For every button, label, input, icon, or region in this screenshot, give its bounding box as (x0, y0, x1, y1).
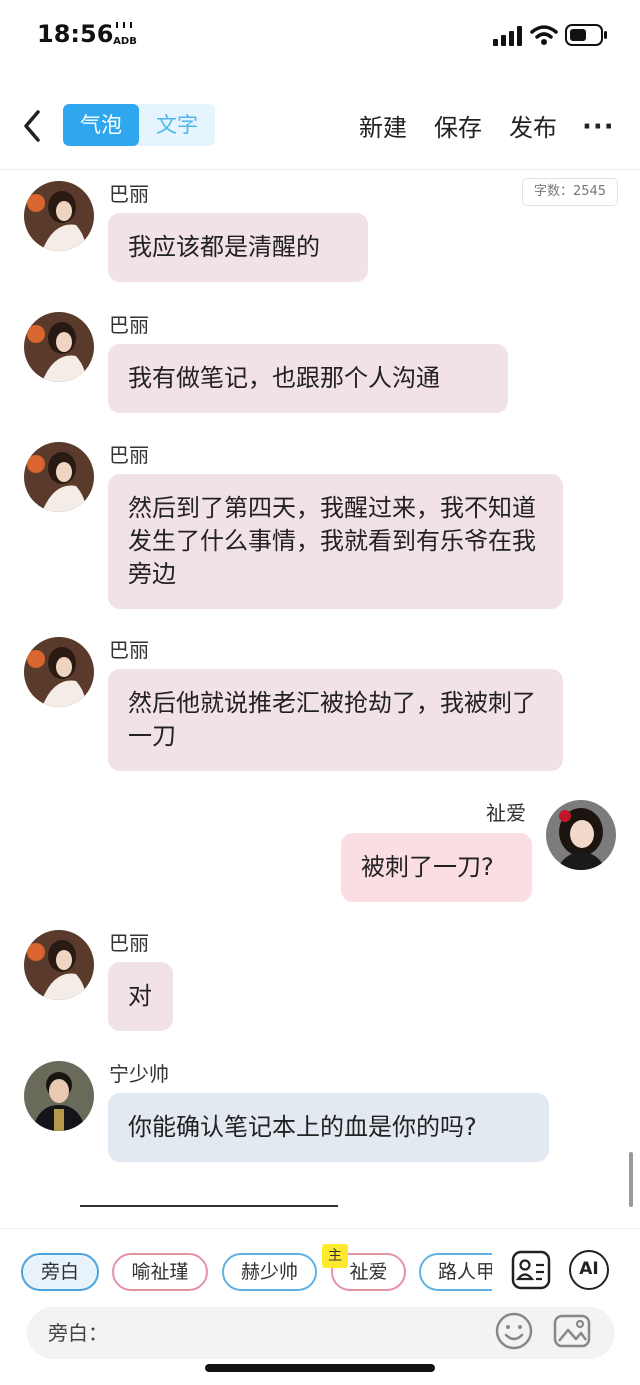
message-bubble[interactable]: 被刺了一刀? (341, 833, 532, 902)
cellular-signal-icon (493, 26, 522, 46)
sender-name: 宁少帅 (109, 1062, 169, 1086)
tab-text[interactable]: 文字 (139, 104, 215, 146)
message-bubble[interactable]: 我有做笔记，也跟那个人沟通 (108, 344, 508, 413)
adb-bars-icon (116, 22, 132, 28)
sender-name: 巴丽 (109, 638, 149, 662)
role-chip[interactable]: 赫少帅 (222, 1253, 317, 1291)
avatar-bali-photo (24, 181, 94, 251)
text-underline-divider (80, 1185, 338, 1207)
battery-icon (565, 24, 607, 46)
status-bar: 18:56 ADB (0, 0, 640, 70)
avatar-bali-photo (24, 637, 94, 707)
top-nav: 气泡 文字 新建 保存 发布 ··· (0, 98, 640, 154)
role-chip-narration[interactable]: 旁白 (21, 1253, 99, 1291)
more-dots-icon[interactable]: ··· (582, 114, 615, 140)
main-role-tag: 主 (322, 1244, 348, 1268)
home-indicator[interactable] (205, 1364, 435, 1372)
tab-bubble[interactable]: 气泡 (63, 104, 139, 146)
avatar-bali-photo (24, 312, 94, 382)
sender-name: 巴丽 (109, 931, 149, 955)
avatar-bali[interactable] (24, 442, 94, 512)
role-chip[interactable]: 路人甲 (419, 1253, 492, 1291)
avatar-zhiai-photo (546, 800, 616, 870)
message-bubble[interactable]: 我应该都是清醒的 (108, 213, 368, 282)
role-chip[interactable]: 喻祉瑾 (112, 1253, 208, 1291)
message-bubble[interactable]: 对 (108, 962, 173, 1031)
avatar-bali-photo (24, 442, 94, 512)
message-bubble[interactable]: 然后他就说推老汇被抢劫了，我被刺了一刀 (108, 669, 563, 771)
image-icon[interactable] (552, 1311, 592, 1351)
nav-divider (0, 169, 640, 170)
sender-name: 巴丽 (109, 313, 149, 337)
role-chip-row: 旁白 喻祉瑾 赫少帅 祉爱 路人甲 (0, 1253, 492, 1293)
avatar-bali-photo (24, 930, 94, 1000)
avatar-bali[interactable] (24, 930, 94, 1000)
new-button[interactable]: 新建 (359, 108, 407, 143)
avatar-bali[interactable] (24, 312, 94, 382)
avatar-ning-shaoshuai[interactable] (24, 1061, 94, 1131)
role-card-icon[interactable] (511, 1250, 551, 1290)
word-count-badge: 字数：2545 (522, 178, 618, 206)
scrollbar[interactable] (629, 1152, 633, 1207)
message-bubble[interactable]: 你能确认笔记本上的血是你的吗? (108, 1093, 549, 1162)
chevron-left-icon[interactable] (18, 106, 48, 146)
avatar-zhiai[interactable] (546, 800, 616, 870)
adb-label: ADB (113, 36, 137, 47)
adb-indicator: ADB (112, 22, 138, 47)
emoji-icon[interactable] (494, 1311, 534, 1351)
input-label: 旁白： (48, 1321, 108, 1345)
avatar-bali[interactable] (24, 181, 94, 251)
wifi-icon (530, 25, 558, 45)
save-button[interactable]: 保存 (434, 108, 482, 143)
status-time: 18:56 (37, 20, 114, 48)
message-bubble[interactable]: 然后到了第四天，我醒过来，我不知道发生了什么事情，我就看到有乐爷在我旁边 (108, 474, 563, 609)
sender-name: 祉爱 (486, 801, 526, 825)
publish-button[interactable]: 发布 (509, 108, 557, 143)
sender-name: 巴丽 (109, 182, 149, 206)
ai-assistant-button[interactable]: AI (569, 1250, 609, 1290)
avatar-ning-shaoshuai-photo (24, 1061, 94, 1131)
mode-toggle: 气泡 文字 (63, 104, 215, 146)
avatar-bali[interactable] (24, 637, 94, 707)
sender-name: 巴丽 (109, 443, 149, 467)
